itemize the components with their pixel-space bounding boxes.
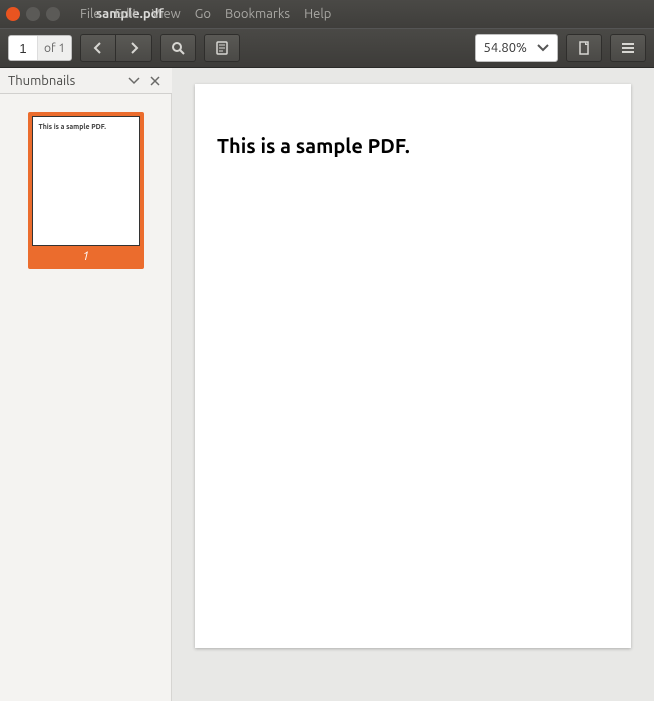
thumbnail-preview: This is a sample PDF. (32, 116, 140, 246)
menu-bookmarks[interactable]: Bookmarks (225, 7, 290, 21)
window-maximize-button[interactable] (46, 7, 60, 21)
document-content: This is a sample PDF. (217, 134, 609, 157)
page-number-input[interactable] (9, 36, 37, 60)
chevron-down-icon (537, 44, 549, 52)
chevron-down-icon (128, 77, 140, 85)
sidebar-mode-label: Thumbnails (8, 74, 122, 88)
toolbar: of 1 54.80% (0, 28, 654, 68)
thumbnail-page-number: 1 (32, 246, 140, 265)
next-page-button[interactable] (116, 34, 152, 62)
window-close-button[interactable] (6, 7, 20, 21)
menu-edit[interactable]: Edit (115, 7, 138, 21)
close-icon (150, 76, 160, 86)
search-button[interactable] (160, 34, 196, 62)
menu-view[interactable]: View (152, 7, 181, 21)
note-icon (215, 41, 229, 55)
menu-go[interactable]: Go (195, 7, 211, 21)
search-icon (171, 41, 185, 55)
window-controls (6, 7, 60, 21)
page-total-label: of 1 (37, 36, 71, 60)
document-properties-button[interactable] (566, 34, 602, 62)
sidebar-header: Thumbnails (0, 68, 172, 94)
menu-file[interactable]: File (80, 7, 101, 21)
menu-help[interactable]: Help (304, 7, 331, 21)
prev-page-button[interactable] (80, 34, 116, 62)
nav-button-group (80, 34, 152, 62)
window-minimize-button[interactable] (26, 7, 40, 21)
sidebar-mode-dropdown[interactable] (128, 77, 140, 85)
window-titlebar: sample.pdf File Edit View Go Bookmarks H… (0, 0, 654, 28)
sidebar-close-button[interactable] (146, 76, 164, 86)
document-area[interactable]: This is a sample PDF. (172, 68, 654, 701)
chevron-right-icon (129, 42, 139, 54)
menu-button[interactable] (610, 34, 646, 62)
hamburger-icon (621, 42, 635, 54)
sidebar: This is a sample PDF. 1 (0, 94, 172, 701)
menubar: File Edit View Go Bookmarks Help (80, 0, 331, 28)
annotations-button[interactable] (204, 34, 240, 62)
thumbnail[interactable]: This is a sample PDF. 1 (28, 112, 144, 269)
page-fit-icon (577, 41, 591, 55)
chevron-left-icon (93, 42, 103, 54)
thumbnail-preview-text: This is a sample PDF. (39, 123, 107, 131)
document-page: This is a sample PDF. (195, 84, 631, 648)
zoom-level-label: 54.80% (484, 41, 527, 55)
page-selector: of 1 (8, 35, 72, 61)
zoom-selector[interactable]: 54.80% (475, 34, 558, 62)
